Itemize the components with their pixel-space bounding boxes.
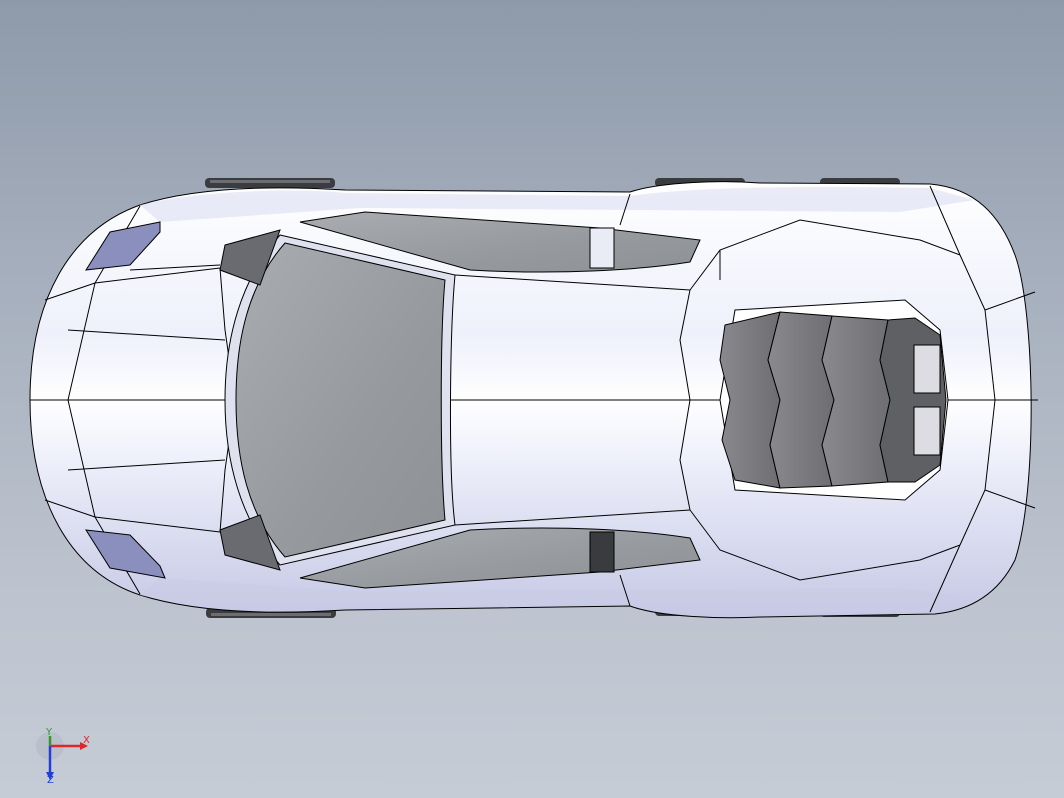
door-pillar-left	[589, 227, 615, 269]
car-model[interactable]	[0, 0, 1064, 798]
engine-louvers	[719, 311, 947, 489]
z-axis-label: Z	[47, 775, 54, 786]
windshield-glass	[235, 242, 446, 558]
exhaust-right	[913, 406, 941, 456]
axis-triad[interactable]: X Y Z	[36, 728, 100, 788]
tire-front-left	[205, 178, 335, 188]
exhaust-left	[913, 344, 941, 394]
3d-viewport[interactable]: X Y Z	[0, 0, 1064, 798]
louver-4	[879, 317, 947, 483]
x-axis-label: X	[83, 735, 90, 746]
door-pillar-right	[589, 531, 615, 573]
y-axis-label: Y	[46, 727, 53, 738]
